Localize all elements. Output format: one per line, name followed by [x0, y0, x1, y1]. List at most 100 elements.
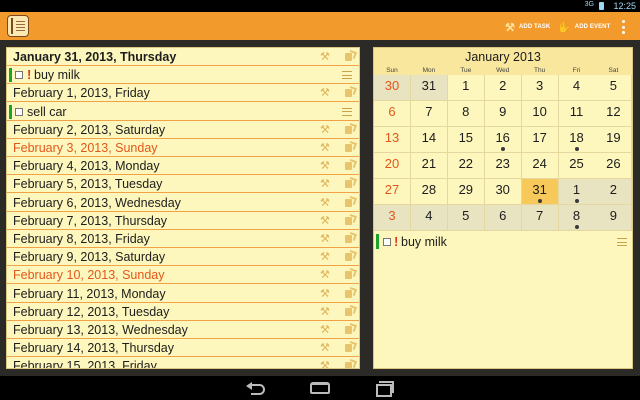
agenda-task-row[interactable]: sell car: [7, 103, 359, 121]
agenda-date-row[interactable]: February 7, 2013, Thursday ⚒: [7, 212, 359, 230]
agenda-date-row[interactable]: February 10, 2013, Sunday ⚒: [7, 266, 359, 285]
agenda-date-row[interactable]: February 9, 2013, Saturday ⚒: [7, 248, 359, 267]
calendar-day[interactable]: 14: [410, 126, 448, 153]
calendar-day[interactable]: 1: [558, 178, 596, 205]
add-event-row-icon[interactable]: [345, 269, 354, 280]
calendar-day[interactable]: 20: [374, 152, 411, 179]
calendar-day[interactable]: 4: [410, 204, 448, 231]
add-event-row-icon[interactable]: [345, 324, 354, 335]
add-event-row-icon[interactable]: [345, 251, 354, 262]
calendar-day[interactable]: 12: [595, 100, 633, 127]
calendar-day[interactable]: 7: [410, 100, 448, 127]
calendar-day[interactable]: 24: [521, 152, 559, 179]
add-task-row-icon[interactable]: ⚒: [320, 51, 330, 63]
agenda-list[interactable]: January 31, 2013, Thursday ⚒! buy milk Febr…: [6, 47, 360, 369]
add-event-row-icon[interactable]: [345, 142, 354, 153]
calendar-day[interactable]: 3: [374, 204, 411, 231]
calendar-day[interactable]: 8: [447, 100, 485, 127]
add-task-row-icon[interactable]: ⚒: [320, 178, 330, 190]
calendar-day[interactable]: 2: [484, 75, 522, 101]
agenda-date-row[interactable]: February 3, 2013, Sunday ⚒: [7, 139, 359, 157]
agenda-date-row[interactable]: February 8, 2013, Friday ⚒: [7, 230, 359, 248]
calendar-day[interactable]: 6: [484, 204, 522, 231]
add-task-button[interactable]: ⚒ ADD TASK: [505, 20, 550, 34]
calendar-day[interactable]: 3: [521, 75, 559, 101]
add-event-row-icon[interactable]: [345, 51, 354, 62]
agenda-date-row[interactable]: February 6, 2013, Wednesday ⚒: [7, 194, 359, 212]
add-event-row-icon[interactable]: [345, 360, 354, 368]
calendar-month-title[interactable]: January 2013: [374, 50, 632, 64]
add-task-row-icon[interactable]: ⚒: [320, 160, 330, 172]
back-icon[interactable]: [245, 382, 267, 395]
add-task-row-icon[interactable]: ⚒: [320, 142, 330, 154]
calendar-day[interactable]: 22: [447, 152, 485, 179]
calendar-day[interactable]: 25: [558, 152, 596, 179]
add-task-row-icon[interactable]: ⚒: [320, 197, 330, 209]
calendar-day[interactable]: 11: [558, 100, 596, 127]
task-checkbox[interactable]: [15, 107, 23, 116]
add-event-row-icon[interactable]: [345, 288, 354, 299]
calendar-day[interactable]: 21: [410, 152, 448, 179]
calendar-day[interactable]: 30: [374, 75, 411, 101]
add-event-row-icon[interactable]: [345, 178, 354, 189]
calendar-day[interactable]: 7: [521, 204, 559, 231]
calendar-day[interactable]: 9: [484, 100, 522, 127]
add-event-row-icon[interactable]: [345, 342, 354, 353]
calendar-day-today[interactable]: 31: [521, 178, 559, 205]
add-task-row-icon[interactable]: ⚒: [320, 251, 330, 263]
add-task-row-icon[interactable]: ⚒: [320, 288, 330, 300]
calendar-day[interactable]: 2: [595, 178, 633, 205]
calendar-day[interactable]: 8: [558, 204, 596, 231]
calendar-day[interactable]: 4: [558, 75, 596, 101]
drag-handle-icon[interactable]: [617, 238, 627, 246]
calendar-day[interactable]: 23: [484, 152, 522, 179]
overflow-menu-icon[interactable]: [620, 20, 626, 34]
recents-icon[interactable]: [376, 381, 394, 397]
calendar-day[interactable]: 16: [484, 126, 522, 153]
calendar-day[interactable]: 27: [374, 178, 411, 205]
add-event-row-icon[interactable]: [345, 87, 354, 98]
calendar-day[interactable]: 31: [410, 75, 448, 101]
add-event-row-icon[interactable]: [345, 197, 354, 208]
calendar-day[interactable]: 17: [521, 126, 559, 153]
agenda-date-row[interactable]: January 31, 2013, Thursday ⚒: [7, 48, 359, 66]
agenda-date-row[interactable]: February 13, 2013, Wednesday ⚒: [7, 321, 359, 339]
agenda-date-row[interactable]: February 14, 2013, Thursday ⚒: [7, 339, 359, 358]
task-checkbox[interactable]: [15, 71, 23, 80]
agenda-date-row[interactable]: February 4, 2013, Monday ⚒: [7, 157, 359, 176]
calendar-day[interactable]: 5: [595, 75, 633, 101]
home-icon[interactable]: [310, 382, 330, 394]
calendar-day[interactable]: 18: [558, 126, 596, 153]
add-event-row-icon[interactable]: [345, 233, 354, 244]
add-task-row-icon[interactable]: ⚒: [320, 269, 330, 281]
app-logo-icon[interactable]: [7, 15, 29, 37]
add-event-button[interactable]: ✋ ADD EVENT: [557, 20, 610, 34]
task-checkbox[interactable]: [383, 238, 391, 246]
add-task-row-icon[interactable]: ⚒: [320, 324, 330, 336]
calendar-day[interactable]: 29: [447, 178, 485, 205]
agenda-task-row[interactable]: ! buy milk: [7, 66, 359, 85]
add-task-row-icon[interactable]: ⚒: [320, 342, 330, 354]
add-task-row-icon[interactable]: ⚒: [320, 306, 330, 318]
agenda-date-row[interactable]: February 15, 2013, Friday ⚒: [7, 357, 359, 368]
calendar-day[interactable]: 10: [521, 100, 559, 127]
calendar-day[interactable]: 1: [447, 75, 485, 101]
selected-day-task[interactable]: ! buy milk: [374, 233, 632, 251]
calendar-day[interactable]: 9: [595, 204, 633, 231]
add-task-row-icon[interactable]: ⚒: [320, 360, 330, 368]
add-event-row-icon[interactable]: [345, 124, 354, 135]
calendar-day[interactable]: 26: [595, 152, 633, 179]
calendar-day[interactable]: 13: [374, 126, 411, 153]
add-event-row-icon[interactable]: [345, 306, 354, 317]
add-event-row-icon[interactable]: [345, 215, 354, 226]
add-event-row-icon[interactable]: [345, 160, 354, 171]
add-task-row-icon[interactable]: ⚒: [320, 124, 330, 136]
add-task-row-icon[interactable]: ⚒: [320, 233, 330, 245]
drag-handle-icon[interactable]: [342, 107, 352, 116]
add-task-row-icon[interactable]: ⚒: [320, 215, 330, 227]
calendar-day[interactable]: 28: [410, 178, 448, 205]
add-task-row-icon[interactable]: ⚒: [320, 87, 330, 99]
drag-handle-icon[interactable]: [342, 71, 352, 80]
calendar-day[interactable]: 30: [484, 178, 522, 205]
agenda-date-row[interactable]: February 5, 2013, Tuesday ⚒: [7, 175, 359, 194]
